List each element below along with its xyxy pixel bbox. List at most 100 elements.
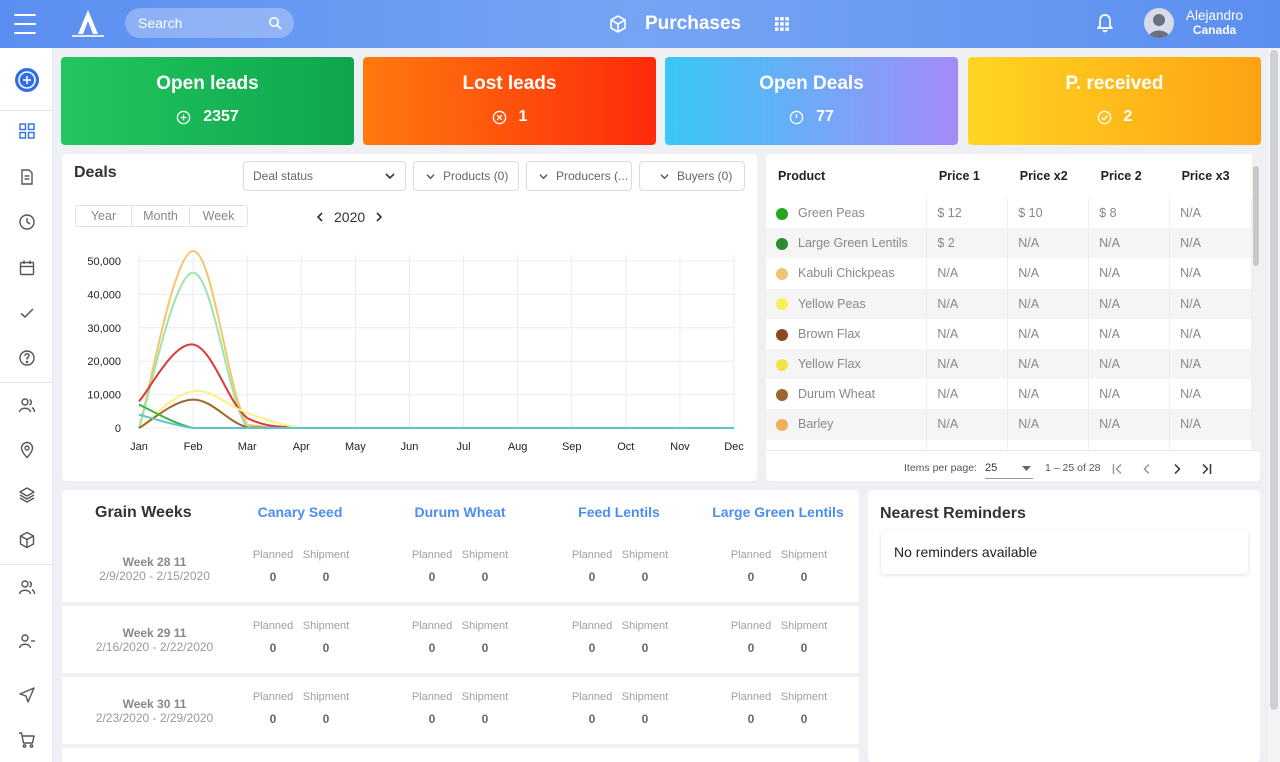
- grain-product-header[interactable]: Durum Wheat: [405, 504, 515, 520]
- table-row[interactable]: Kabuli Chickpeas N/A N/A N/A N/A: [766, 258, 1252, 289]
- table-row[interactable]: Large Green Lentils $ 2 N/A N/A N/A: [766, 228, 1252, 259]
- table-row[interactable]: Green Peas $ 12 $ 10 $ 8 N/A: [766, 198, 1252, 229]
- sidebar-item-team[interactable]: [0, 572, 53, 602]
- planned-label: Planned: [252, 549, 294, 561]
- box-icon: [19, 531, 34, 549]
- sidebar-item-help[interactable]: [0, 343, 53, 373]
- producers-filter-label: Producers (...: [556, 169, 629, 183]
- planned-value: 0: [269, 570, 277, 584]
- x-tick-label: Apr: [293, 441, 310, 453]
- table-row[interactable]: Brown Flax N/A N/A N/A N/A: [766, 318, 1252, 349]
- avatar[interactable]: [1144, 8, 1174, 38]
- first-page-icon[interactable]: [1112, 463, 1124, 475]
- sidebar-item-contacts[interactable]: [0, 390, 53, 420]
- sidebar-item-history[interactable]: [0, 207, 53, 237]
- planned-label: Planned: [411, 691, 453, 703]
- chevron-right-icon[interactable]: [375, 211, 383, 223]
- sidebar-item-products[interactable]: [0, 525, 53, 555]
- column-header-pricex3[interactable]: Price x3: [1170, 154, 1252, 198]
- price-cell: N/A: [926, 348, 1009, 380]
- table-row[interactable]: Yellow Flax N/A N/A N/A N/A: [766, 348, 1252, 380]
- last-page-icon[interactable]: [1200, 463, 1212, 475]
- sidebar-item-locations[interactable]: [0, 435, 53, 465]
- grain-product-header[interactable]: Canary Seed: [245, 504, 355, 520]
- page-scrollbar[interactable]: [1268, 48, 1280, 762]
- table-scrollbar[interactable]: [1252, 154, 1260, 450]
- products-filter[interactable]: Products (0): [413, 161, 519, 191]
- period-week-button[interactable]: Week: [190, 205, 248, 227]
- sidebar-item-tasks[interactable]: [0, 298, 53, 328]
- sidebar-item-cart[interactable]: [0, 725, 53, 755]
- buyers-filter[interactable]: Buyers (0): [639, 161, 745, 191]
- week-info: Week 28 11 2/9/2020 - 2/15/2020: [62, 555, 247, 583]
- shipment-value: 0: [800, 712, 808, 726]
- apps-grid-icon[interactable]: [775, 17, 790, 31]
- week-info: Week 30 11 2/23/2020 - 2/29/2020: [62, 697, 247, 725]
- planned-value: 0: [269, 712, 277, 726]
- series-line: [138, 343, 734, 429]
- kpi-lost-leads[interactable]: Lost leads 1: [363, 57, 656, 145]
- kpi-p-received[interactable]: P. received 2: [968, 57, 1261, 145]
- period-year-button[interactable]: Year: [75, 205, 132, 227]
- sidebar-item-calendar[interactable]: [0, 253, 53, 283]
- check-circle-icon: [1097, 110, 1111, 124]
- sidebar-item-send[interactable]: [0, 680, 53, 710]
- column-header-pricex2[interactable]: Price x2: [1008, 154, 1089, 198]
- grain-week-row: Week 28 11 2/9/2020 - 2/15/2020 Planned Shi…: [62, 535, 859, 602]
- items-per-page-label: Items per page:: [904, 462, 977, 474]
- previous-page-icon[interactable]: [1142, 463, 1152, 475]
- price-cell: N/A: [926, 409, 1009, 440]
- price-cell: N/A: [1088, 379, 1171, 410]
- column-header-price1[interactable]: Price 1: [927, 154, 1008, 198]
- price-cell: N/A: [1169, 409, 1252, 440]
- reminders-empty-message: No reminders available: [881, 530, 1248, 574]
- column-header-product[interactable]: Product: [766, 154, 927, 198]
- prices-table-scroll[interactable]: Product Price 1 Price x2 Price 2 Price x…: [766, 154, 1252, 450]
- app-logo[interactable]: [68, 8, 108, 40]
- kpi-open-leads[interactable]: Open leads 2357: [61, 57, 354, 145]
- search-input[interactable]: Search: [125, 8, 294, 38]
- empty-cell: [1088, 439, 1171, 450]
- document-icon: [20, 169, 33, 185]
- sidebar-item-layers[interactable]: [0, 480, 53, 510]
- table-row[interactable]: Yellow Peas N/A N/A N/A N/A: [766, 288, 1252, 319]
- items-per-page-select[interactable]: 25: [985, 457, 1033, 479]
- producers-filter[interactable]: Producers (...: [526, 161, 632, 191]
- period-month-button[interactable]: Month: [132, 205, 190, 227]
- kpi-title: P. received: [1065, 73, 1164, 94]
- table-row[interactable]: [766, 439, 1252, 450]
- grain-product-header[interactable]: Large Green Lentils: [708, 504, 848, 520]
- product-cell: Green Peas: [766, 198, 928, 229]
- grain-product-header[interactable]: Feed Lentils: [564, 504, 674, 520]
- notifications-bell-icon[interactable]: [1095, 12, 1115, 34]
- column-header-price2[interactable]: Price 2: [1089, 154, 1170, 198]
- price-cell: N/A: [1007, 348, 1090, 380]
- table-row[interactable]: Barley N/A N/A N/A N/A: [766, 409, 1252, 440]
- paginator: Items per page: 25 1 – 25 of 28: [766, 450, 1260, 481]
- user-minus-icon: [18, 634, 35, 649]
- prices-table: Product Price 1 Price x2 Price 2 Price x…: [766, 154, 1252, 450]
- week-label: Week 29 11: [122, 626, 187, 640]
- series-line: [138, 390, 734, 429]
- menu-icon[interactable]: [14, 14, 36, 34]
- product-name: Durum Wheat: [798, 387, 876, 402]
- sidebar-add-button[interactable]: [0, 65, 53, 95]
- next-page-icon[interactable]: [1172, 463, 1182, 475]
- shipment-value: 0: [322, 641, 330, 655]
- empty-cell: [1169, 439, 1252, 450]
- table-row[interactable]: Durum Wheat N/A N/A N/A N/A: [766, 379, 1252, 410]
- sidebar-item-dashboard[interactable]: [0, 116, 53, 146]
- kpi-open-deals[interactable]: Open Deals 77: [665, 57, 958, 145]
- price-cell: N/A: [1088, 288, 1171, 319]
- sidebar-item-remove-user[interactable]: [0, 626, 53, 656]
- planned-label: Planned: [730, 691, 772, 703]
- sidebar-item-documents[interactable]: [0, 162, 53, 192]
- empty-cell: [1007, 439, 1090, 450]
- planned-label: Planned: [571, 549, 613, 561]
- user-info[interactable]: Alejandro Canada: [1186, 8, 1243, 38]
- week-label: Week 28 11: [122, 555, 187, 569]
- chevron-left-icon[interactable]: [316, 211, 324, 223]
- x-tick-label: May: [345, 441, 366, 453]
- deal-status-select[interactable]: Deal status: [243, 161, 406, 191]
- shipment-value: 0: [800, 570, 808, 584]
